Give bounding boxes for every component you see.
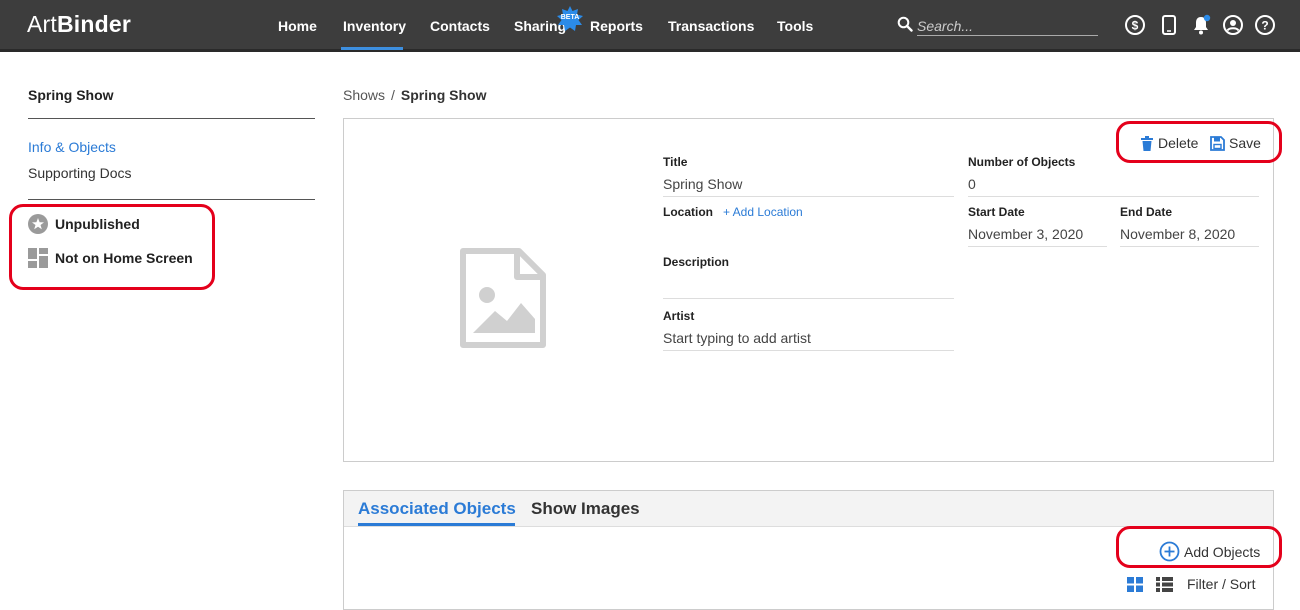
top-navigation-bar: ArtBinder Home Inventory Contacts Sharin… [0, 0, 1300, 52]
add-location-link[interactable]: + Add Location [723, 205, 803, 219]
nav-reports[interactable]: Reports [590, 18, 643, 34]
location-label: Location [663, 205, 713, 219]
breadcrumb-parent-link[interactable]: Shows [343, 87, 385, 103]
tabs-header: Associated Objects Show Images [344, 491, 1273, 527]
highlight-annotation [1116, 526, 1282, 568]
filter-sort-button[interactable]: Filter / Sort [1187, 576, 1255, 592]
breadcrumb-current: Spring Show [400, 87, 487, 103]
number-of-objects-label: Number of Objects [968, 155, 1076, 169]
sidebar-divider [28, 199, 315, 200]
nav-contacts[interactable]: Contacts [430, 18, 490, 34]
end-date-label: End Date [1120, 205, 1173, 219]
sidebar-item-info-objects[interactable]: Info & Objects [28, 139, 116, 155]
artist-field[interactable]: Start typing to add artist [663, 330, 954, 351]
breadcrumb: Shows / Spring Show [343, 87, 486, 103]
tab-associated-objects[interactable]: Associated Objects [358, 499, 516, 519]
image-placeholder-icon[interactable] [459, 247, 547, 349]
list-view-icon[interactable] [1156, 577, 1173, 592]
tablet-icon[interactable] [1158, 14, 1180, 36]
logo-text-light: Art [27, 11, 57, 37]
artbinder-logo[interactable]: ArtBinder [27, 11, 131, 38]
title-field[interactable]: Spring Show [663, 176, 954, 197]
search-input[interactable] [917, 16, 1098, 36]
start-date-label: Start Date [968, 205, 1025, 219]
show-details-panel: Delete Save Title Spring Show Location +… [343, 118, 1274, 462]
description-label: Description [663, 255, 730, 269]
end-date-field[interactable]: November 8, 2020 [1120, 226, 1259, 247]
artist-label: Artist [663, 309, 695, 323]
logo-text-bold: Binder [57, 11, 132, 37]
title-label: Title [663, 155, 688, 169]
search-icon[interactable] [897, 16, 913, 32]
beta-label: BETA [560, 14, 580, 21]
tab-show-images[interactable]: Show Images [531, 499, 640, 519]
number-of-objects-value: 0 [968, 176, 1259, 197]
breadcrumb-separator: / [391, 87, 395, 103]
nav-inventory[interactable]: Inventory [343, 18, 406, 34]
beta-badge: BETA [557, 6, 583, 32]
sidebar-divider [28, 118, 315, 119]
account-icon[interactable] [1222, 14, 1244, 36]
start-date-field[interactable]: November 3, 2020 [968, 226, 1107, 247]
description-field[interactable] [663, 277, 954, 299]
sidebar-title: Spring Show [28, 87, 114, 103]
nav-tools[interactable]: Tools [777, 18, 813, 34]
highlight-annotation [9, 204, 215, 290]
active-tab-indicator [358, 523, 515, 526]
nav-transactions[interactable]: Transactions [668, 18, 754, 34]
nav-home[interactable]: Home [278, 18, 317, 34]
sidebar-item-supporting-docs[interactable]: Supporting Docs [28, 165, 132, 181]
help-icon[interactable]: ? [1254, 14, 1276, 36]
dollar-icon[interactable]: $ [1124, 14, 1146, 36]
svg-text:?: ? [1261, 19, 1268, 33]
grid-view-icon[interactable] [1127, 577, 1143, 592]
svg-text:$: $ [1132, 19, 1139, 33]
highlight-annotation [1116, 121, 1282, 163]
notification-bell-icon[interactable] [1190, 14, 1212, 36]
nav-active-indicator [341, 47, 403, 50]
